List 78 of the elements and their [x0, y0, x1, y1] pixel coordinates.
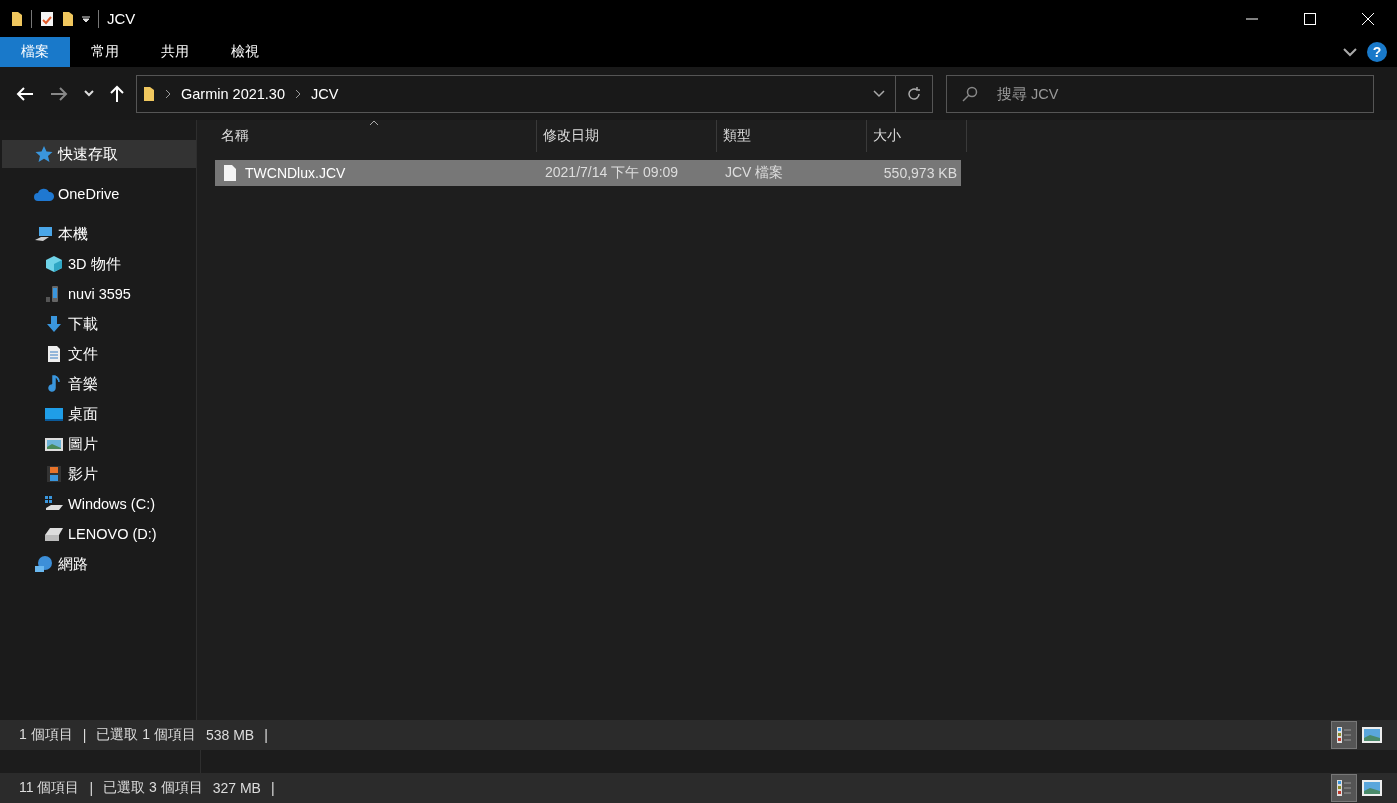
status-text: 327 MB: [212, 780, 261, 796]
help-button[interactable]: ?: [1367, 42, 1387, 62]
status-text: 已選取 1 個項目: [96, 726, 196, 744]
status-text: |: [264, 727, 268, 743]
ribbon-tab[interactable]: 常用: [70, 37, 140, 67]
details-view-button[interactable]: [1331, 721, 1357, 749]
file-cell: 2021/7/14 下午 09:09: [545, 164, 679, 182]
maximize-icon: [1304, 12, 1316, 25]
properties-icon[interactable]: [40, 10, 54, 27]
sidebar-item[interactable]: 桌面: [2, 400, 196, 428]
film-icon: [44, 465, 64, 483]
file-row[interactable]: TWCNDlux.JCV 2021/7/14 下午 09:09 JCV 檔案 550,973 KB: [215, 160, 961, 186]
computer-icon: [34, 225, 54, 243]
sidebar-item[interactable]: 影片: [2, 460, 196, 488]
dropdown-icon[interactable]: [82, 14, 90, 23]
ribbon-tab[interactable]: 檔案: [0, 37, 70, 67]
status-text: |: [89, 780, 94, 796]
status-text: 538 MB: [205, 727, 255, 743]
column-header[interactable]: 類型: [717, 120, 867, 152]
sidebar-item[interactable]: LENOVO (D:): [2, 520, 196, 548]
close-icon: [1362, 12, 1374, 25]
sidebar-item[interactable]: Windows (C:): [2, 490, 196, 518]
cube-icon: [44, 255, 64, 273]
sidebar-item[interactable]: 圖片: [2, 430, 196, 458]
chevron-down-icon[interactable]: [873, 89, 885, 98]
sidebar-item[interactable]: 音樂: [2, 370, 196, 398]
sidebar-item[interactable]: 下載: [2, 310, 196, 338]
sidebar-item[interactable]: 3D 物件: [2, 250, 196, 278]
sidebar-item[interactable]: OneDrive: [2, 180, 196, 208]
details-list-icon: [1336, 779, 1352, 797]
sidebar-item[interactable]: 網路: [2, 550, 196, 578]
details-view-button[interactable]: [1331, 774, 1357, 802]
address-bar[interactable]: Garmin 2021.30 JCV: [136, 74, 933, 113]
search-field[interactable]: 搜尋 JCV: [946, 74, 1374, 113]
status-text: 1 個項目: [19, 726, 73, 744]
folder-icon: [11, 10, 23, 27]
new-folder-icon[interactable]: [62, 10, 74, 27]
desktop-icon: [44, 405, 64, 423]
column-header[interactable]: 名稱: [215, 120, 537, 152]
sidebar-item[interactable]: nuvi 3595: [2, 280, 196, 308]
column-header[interactable]: 大小: [867, 120, 967, 152]
breadcrumb[interactable]: JCV: [311, 85, 339, 102]
status-text: 11 個項目: [19, 779, 80, 797]
drive-icon: [44, 525, 64, 543]
chevron-right-icon[interactable]: [165, 88, 171, 99]
drive-icon: [44, 495, 64, 513]
file-cell: JCV 檔案: [725, 164, 784, 182]
file-cell: TWCNDlux.JCV: [245, 165, 346, 181]
up-arrow-icon[interactable]: [110, 84, 124, 103]
minimize-icon: [1246, 17, 1258, 20]
file-cell: 550,973 KB: [883, 165, 957, 181]
sidebar-item[interactable]: 本機: [2, 220, 196, 248]
network-icon: [34, 555, 54, 573]
file-icon: [223, 164, 237, 182]
landscape-picture-icon: [1362, 780, 1382, 796]
chevron-right-icon[interactable]: [295, 88, 301, 99]
sort-caret-icon: [369, 120, 379, 126]
ribbon-tab[interactable]: 檢視: [210, 37, 280, 67]
expand-ribbon-icon[interactable]: [1343, 47, 1357, 57]
ribbon-tab[interactable]: 共用: [140, 37, 210, 67]
download-icon: [44, 315, 64, 333]
breadcrumb[interactable]: Garmin 2021.30: [181, 85, 285, 102]
refresh-icon[interactable]: [906, 85, 922, 102]
landscape-picture-icon: [1362, 727, 1382, 743]
status-text: 已選取 3 個項目: [103, 779, 203, 797]
forward-arrow-icon[interactable]: [50, 86, 68, 101]
folder-icon: [143, 85, 155, 102]
sidebar-item[interactable]: 文件: [2, 340, 196, 368]
picture-icon: [44, 435, 64, 453]
sidebar-item[interactable]: 快速存取: [2, 140, 196, 168]
status-text: |: [82, 727, 87, 743]
details-list-icon: [1336, 726, 1352, 744]
search-icon: [962, 85, 978, 102]
column-header[interactable]: 修改日期: [537, 120, 717, 152]
star-icon: [34, 145, 54, 163]
window-title: JCV: [107, 10, 136, 27]
back-arrow-icon[interactable]: [16, 86, 34, 101]
status-text: |: [270, 780, 275, 796]
